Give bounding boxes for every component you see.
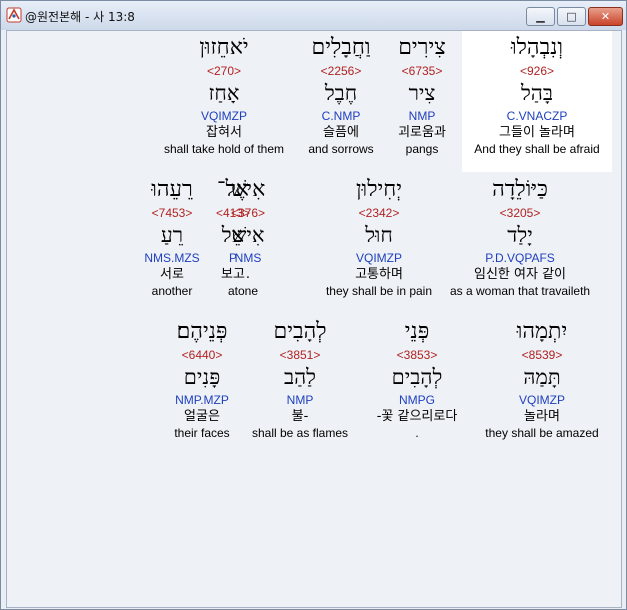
morph-code: VQIMZP (200, 109, 247, 123)
lemma-word: רֵעַ (160, 223, 184, 247)
english-gloss: shall take hold of them (163, 142, 285, 156)
korean-gloss: 임신한 여자 같이 (474, 267, 566, 282)
minimize-icon: ▁ (536, 10, 545, 23)
word-cell[interactable]: יְחִילוּן <2342> חוּל VQIMZP 고통하며 they s… (309, 175, 449, 299)
word-cell[interactable]: אֶל־ <413> אֵל P 보고 at (203, 175, 263, 299)
korean-gloss: 서로 (160, 267, 184, 282)
title-bar[interactable]: @원전본해 - 사 13:8 ▁ □ ✕ (1, 1, 626, 30)
hebrew-word: יֹאחֵזוּן (199, 35, 249, 60)
morph-code: P.D.VQPAFS (485, 251, 555, 265)
hebrew-word: יְחִילוּן (355, 177, 403, 202)
close-icon: ✕ (600, 10, 611, 23)
strong-number[interactable]: <3205> (450, 205, 590, 221)
english-gloss: as a woman that travaileth (450, 284, 591, 298)
word-cell[interactable]: כַּיּוֹלֵדָה <3205> יָלַד P.D.VQPAFS 임신한… (450, 175, 590, 299)
hebrew-word: פְּנֵיהֶם׃ (176, 319, 228, 344)
morph-code: VQIMZP (355, 251, 402, 265)
korean-gloss: 얼굴은 (184, 409, 220, 424)
korean-gloss: 잡혀서 (206, 125, 242, 140)
strong-number[interactable]: <7453> (137, 205, 207, 221)
lemma-word: יָלַד (507, 223, 533, 247)
hebrew-word: יִתְמָהוּ (516, 319, 568, 344)
english-gloss: at (227, 284, 238, 298)
morph-code: NMS.MZS (144, 251, 200, 265)
strong-number[interactable]: <413> (203, 205, 263, 221)
korean-gloss: 보고 (221, 267, 245, 282)
morph-code: VQIMZP (518, 393, 565, 407)
morph-code: P (228, 251, 237, 265)
hebrew-word: רֵעֵהוּ (151, 177, 193, 202)
lemma-word: חוּל (365, 223, 393, 247)
window-title: @원전본해 - 사 13:8 (25, 10, 135, 24)
english-gloss: their faces (174, 426, 230, 440)
close-button[interactable]: ✕ (588, 7, 623, 26)
english-gloss: they shall be in pain (325, 284, 433, 298)
maximize-button[interactable]: □ (557, 7, 586, 26)
strong-number[interactable]: <270> (154, 63, 294, 79)
word-cell[interactable]: פְּנֵיהֶם׃ <6440> פָּנִים NMP.MZP 얼굴은 th… (132, 317, 272, 441)
verse-panel: וְנִבְהָלוּ <926> בָּהַל C.VNACZP 그들이 놀라… (6, 30, 622, 608)
lemma-word: אָחַז (208, 81, 240, 105)
lemma-word: תָּמַהּ (523, 365, 561, 389)
strong-number[interactable]: <8539> (472, 347, 612, 363)
lemma-word: אֵל (221, 223, 245, 247)
word-cell[interactable]: רֵעֵהוּ <7453> רֵעַ NMS.MZS 서로 another (137, 175, 207, 299)
korean-gloss: 놀라며 (524, 409, 560, 424)
app-window: @원전본해 - 사 13:8 ▁ □ ✕ וְנִבְהָלוּ <926> ב… (0, 0, 627, 610)
lemma-word: פָּנִים (183, 365, 221, 389)
english-gloss: they shall be amazed (485, 426, 599, 440)
strong-number[interactable]: <2342> (309, 205, 449, 221)
english-gloss: another (151, 284, 193, 298)
hebrew-word: כַּיּוֹלֵדָה (492, 177, 548, 202)
morph-code: NMP.MZP (175, 393, 229, 407)
minimize-button[interactable]: ▁ (526, 7, 555, 26)
maximize-icon: □ (566, 10, 577, 23)
hebrew-word: אֶל־ (217, 177, 249, 202)
korean-gloss: 고통하며 (355, 267, 403, 282)
word-cell[interactable]: יֹאחֵזוּן <270> אָחַז VQIMZP 잡혀서 shall t… (154, 33, 294, 157)
word-cell[interactable]: יִתְמָהוּ <8539> תָּמַהּ VQIMZP 놀라며 they… (472, 317, 612, 441)
strong-number[interactable]: <6440> (132, 347, 272, 363)
app-logo-icon (6, 7, 22, 23)
